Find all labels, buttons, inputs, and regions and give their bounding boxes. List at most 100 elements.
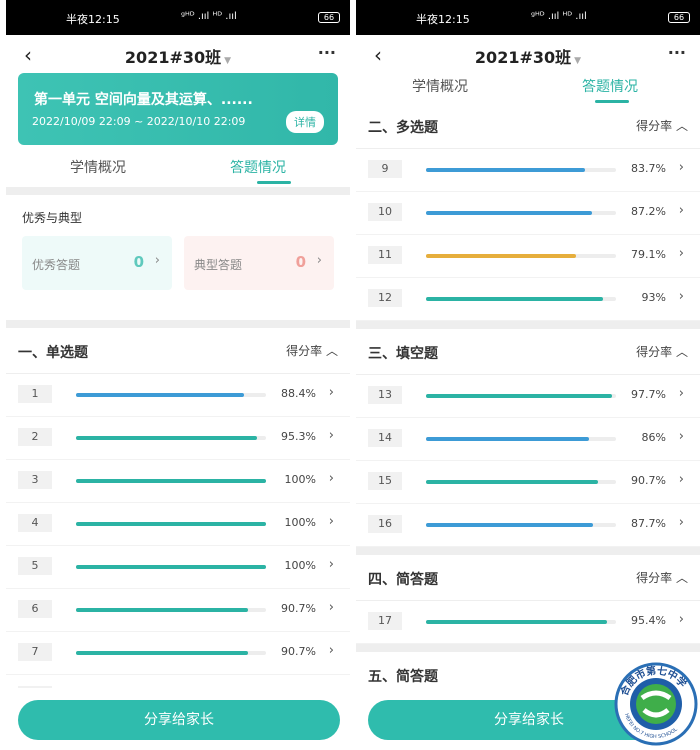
question-row[interactable]: 11 79.1% ›	[356, 235, 700, 278]
question-number: 2	[18, 428, 52, 446]
question-row[interactable]: 10 87.2% ›	[356, 192, 700, 235]
status-time: 半夜12:15	[66, 13, 120, 26]
score-rate-label: 得分率	[636, 119, 673, 133]
card-count: 0	[133, 253, 144, 271]
score-bar-track	[426, 394, 616, 398]
divider	[356, 547, 700, 555]
question-row[interactable]: 17 95.4% ›	[356, 601, 700, 644]
question-row[interactable]: 6 90.7% ›	[6, 589, 350, 632]
score-rate-label: 得分率	[636, 345, 673, 359]
section-title: 五、简答题	[368, 669, 438, 685]
card-label: 优秀答题	[32, 258, 81, 272]
question-number: 7	[18, 643, 52, 661]
tab-overview[interactable]: 学情概况	[412, 76, 468, 96]
score-rate-toggle[interactable]: 得分率 ︿	[636, 117, 688, 134]
school-logo: 合肥市第七中学 HEFEI NO.7 HIGH SCHOOL	[614, 662, 698, 746]
question-row[interactable]: 3 100% ›	[6, 460, 350, 503]
section-title: 四、简答题	[368, 572, 438, 588]
excellent-section: 优秀与典型 优秀答题 0 › 典型答题 0 ›	[6, 195, 350, 320]
question-row[interactable]: 14 86% ›	[356, 418, 700, 461]
question-row[interactable]: 1 88.4% ›	[6, 374, 350, 417]
chevron-right-icon: ›	[328, 600, 334, 615]
question-number: 17	[368, 612, 402, 630]
score-rate-value: 83.7%	[631, 162, 666, 175]
score-rate-value: 90.7%	[281, 602, 316, 615]
section-header[interactable]: 二、多选题 得分率 ︿	[356, 103, 700, 149]
question-number: 15	[368, 472, 402, 490]
chevron-right-icon: ›	[328, 557, 334, 572]
question-number: 5	[18, 557, 52, 575]
left-phone-screen: 半夜12:15 ᵍᴴᴰ .ııl ᴴᴰ .ııl 66 ‹ 2021#30班 ▼ …	[6, 0, 350, 750]
question-number: 3	[18, 471, 52, 489]
tab-answers[interactable]: 答题情况	[582, 76, 638, 96]
score-rate-value: 95.3%	[281, 430, 316, 443]
score-rate-value: 100%	[284, 559, 316, 572]
score-bar-track	[426, 480, 616, 484]
tab-overview[interactable]: 学情概况	[70, 157, 126, 177]
excellent-heading: 优秀与典型	[22, 211, 83, 225]
chevron-right-icon: ›	[678, 515, 684, 530]
question-row[interactable]: 4 100% ›	[6, 503, 350, 546]
section-header[interactable]: 四、简答题 得分率 ︿	[356, 555, 700, 601]
chevron-right-icon: ›	[678, 429, 684, 444]
score-rate-toggle[interactable]: 得分率 ︿	[636, 569, 688, 586]
score-bar-fill	[426, 480, 599, 484]
score-rate-toggle[interactable]: 得分率 ︿	[286, 342, 338, 359]
section-title: 一、单选题	[18, 345, 88, 361]
chevron-right-icon: ›	[678, 386, 684, 401]
score-bar-track	[76, 608, 266, 612]
typical-card[interactable]: 典型答题 0 ›	[184, 236, 334, 290]
score-rate-toggle[interactable]: 得分率 ︿	[636, 343, 688, 360]
score-bar-fill	[426, 523, 593, 527]
question-number: 10	[368, 203, 402, 221]
question-row[interactable]: 13 97.7% ›	[356, 375, 700, 418]
score-bar-fill	[76, 393, 244, 397]
question-number: 1	[18, 385, 52, 403]
question-row[interactable]: 2 95.3% ›	[6, 417, 350, 460]
score-bar-track	[426, 297, 616, 301]
score-rate-value: 97.7%	[631, 388, 666, 401]
divider	[356, 644, 700, 652]
divider	[6, 187, 350, 195]
share-to-parents-button[interactable]: 分享给家长	[18, 700, 340, 740]
score-bar-fill	[426, 297, 603, 301]
section-header[interactable]: 三、填空题 得分率 ︿	[356, 329, 700, 375]
score-bar-track	[426, 211, 616, 215]
question-number: 9	[368, 160, 402, 178]
more-icon[interactable]: ···	[668, 43, 686, 62]
question-number: 14	[368, 429, 402, 447]
right-phone-screen: 半夜12:15 ᵍᴴᴰ .ııl ᴴᴰ .ııl 66 ‹ 2021#30班 ▼ …	[356, 0, 700, 750]
divider	[356, 321, 700, 329]
question-row[interactable]: 7 90.7% ›	[6, 632, 350, 675]
score-bar-fill	[426, 394, 612, 398]
chevron-right-icon: ›	[316, 253, 322, 268]
detail-button[interactable]: 详情	[286, 111, 324, 133]
question-row[interactable]: 16 87.7% ›	[356, 504, 700, 547]
question-row[interactable]: 12 93% ›	[356, 278, 700, 321]
chevron-down-icon[interactable]: ▼	[574, 56, 581, 66]
chevron-right-icon: ›	[678, 246, 684, 261]
excellent-card[interactable]: 优秀答题 0 ›	[22, 236, 172, 290]
score-bar-track	[426, 523, 616, 527]
section-header[interactable]: 一、单选题 得分率 ︿	[6, 328, 350, 374]
active-tab-underline	[257, 181, 291, 184]
chevron-up-icon: ︿	[675, 119, 688, 133]
tab-bar: 学情概况 答题情况	[6, 145, 350, 187]
score-bar-fill	[76, 479, 266, 483]
score-rate-label: 得分率	[286, 344, 323, 358]
tab-answers[interactable]: 答题情况	[230, 157, 286, 177]
question-row[interactable]: 9 83.7% ›	[356, 149, 700, 192]
chevron-right-icon: ›	[678, 289, 684, 304]
more-icon[interactable]: ···	[318, 43, 336, 62]
score-rate-value: 87.2%	[631, 205, 666, 218]
chevron-down-icon[interactable]: ▼	[224, 56, 231, 66]
score-rate-value: 88.4%	[281, 387, 316, 400]
score-rate-value: 93%	[641, 291, 666, 304]
class-name: 2021#30班	[474, 48, 572, 67]
score-bar-track	[426, 254, 616, 258]
chevron-right-icon: ›	[328, 471, 334, 486]
score-bar-fill	[76, 522, 266, 526]
score-bar-fill	[426, 620, 608, 624]
question-row[interactable]: 5 100% ›	[6, 546, 350, 589]
question-row[interactable]: 15 90.7% ›	[356, 461, 700, 504]
